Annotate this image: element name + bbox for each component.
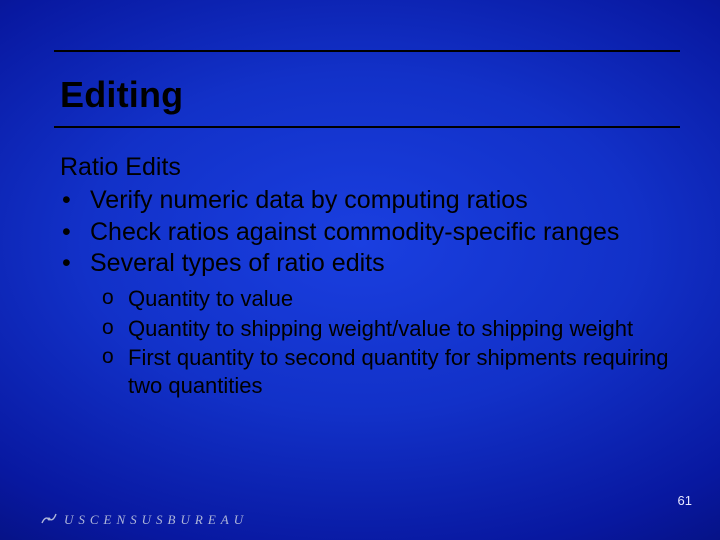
slide-title: Editing xyxy=(60,74,680,116)
sub-heading: Ratio Edits xyxy=(60,152,672,183)
sub-bullet-text: Quantity to shipping weight/value to shi… xyxy=(128,316,633,341)
primary-bullet-list: Verify numeric data by computing ratios … xyxy=(60,185,672,279)
org-logo: USCENSUSBUREAU xyxy=(40,510,248,528)
title-divider xyxy=(54,126,680,128)
list-item: First quantity to second quantity for sh… xyxy=(102,344,672,399)
list-item: Quantity to shipping weight/value to shi… xyxy=(102,315,672,343)
bullet-text: Verify numeric data by computing ratios xyxy=(90,186,528,214)
bullet-text: Check ratios against commodity-specific … xyxy=(90,218,619,246)
bullet-text: Several types of ratio edits xyxy=(90,249,385,277)
list-item: Several types of ratio edits xyxy=(60,248,672,279)
org-logo-text: USCENSUSBUREAU xyxy=(64,512,248,528)
page-number: 61 xyxy=(678,493,692,508)
title-block: Editing xyxy=(60,74,680,116)
census-mark-icon xyxy=(40,510,58,528)
secondary-bullet-list: Quantity to value Quantity to shipping w… xyxy=(60,285,672,399)
footer: USCENSUSBUREAU 61 xyxy=(0,502,720,540)
list-item: Check ratios against commodity-specific … xyxy=(60,217,672,248)
list-item: Verify numeric data by computing ratios xyxy=(60,185,672,216)
sub-bullet-text: Quantity to value xyxy=(128,286,293,311)
slide: Editing Ratio Edits Verify numeric data … xyxy=(0,0,720,540)
body-block: Ratio Edits Verify numeric data by compu… xyxy=(60,152,672,401)
list-item: Quantity to value xyxy=(102,285,672,313)
sub-bullet-text: First quantity to second quantity for sh… xyxy=(128,345,669,398)
top-divider xyxy=(54,50,680,52)
